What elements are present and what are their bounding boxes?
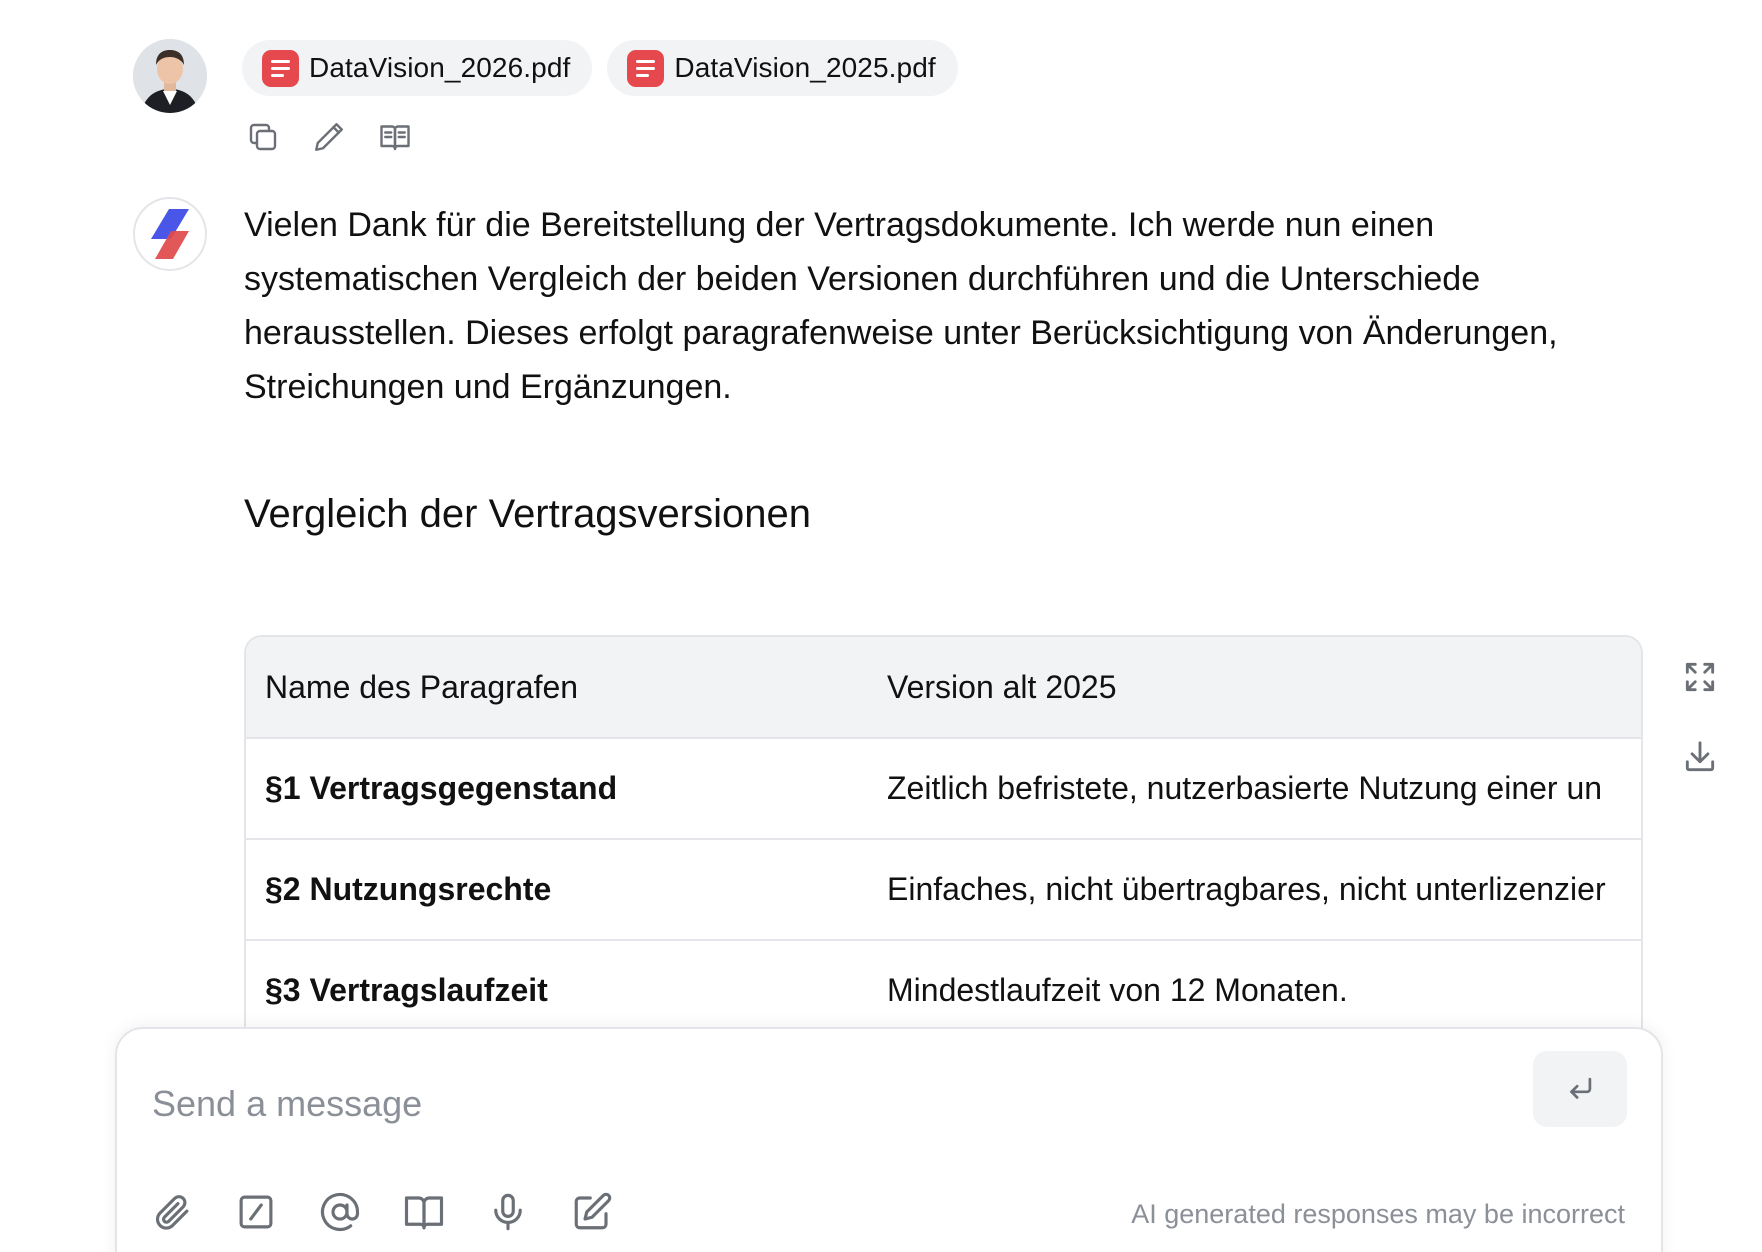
table-row: §2 Nutzungsrechte Einfaches, nicht übert… [246,839,1641,941]
composer-toolbar [149,1189,615,1235]
section-heading: Vergleich der Vertragsversionen [244,492,811,536]
microphone-icon[interactable] [485,1189,531,1235]
message-input[interactable] [152,1069,1392,1139]
at-mention-icon[interactable] [317,1189,363,1235]
version-cell: Einfaches, nicht übertragbares, nicht un… [868,839,1641,941]
column-header: Version alt 2025 [868,637,1641,739]
comparison-table: Name des Paragrafen Version alt 2025 §1 … [244,635,1643,1055]
assistant-avatar [133,197,207,271]
paragraph-name-cell: §1 Vertragsgegenstand [246,738,868,840]
version-cell: Zeitlich befristete, nutzerbasierte Nutz… [868,738,1641,840]
pencil-icon[interactable] [310,118,348,156]
attachment-name: DataVision_2025.pdf [674,52,936,83]
paragraph-name-cell: §3 Vertragslaufzeit [246,940,868,1042]
slash-command-icon[interactable] [233,1189,279,1235]
table-tools [1678,655,1722,779]
message-actions [244,118,414,156]
pdf-file-icon [627,49,665,87]
compose-icon[interactable] [569,1189,615,1235]
download-icon[interactable] [1678,735,1722,779]
ai-disclaimer: AI generated responses may be incorrect [1131,1199,1625,1229]
chat-view: DataVision_2026.pdf DataVision_2025.pdf [0,0,1762,1252]
assistant-logo-icon [151,209,189,259]
enter-return-icon [1570,1077,1592,1099]
send-button[interactable] [1533,1051,1627,1127]
attachment-chip[interactable]: DataVision_2025.pdf [607,40,958,96]
attachment-list: DataVision_2026.pdf DataVision_2025.pdf [242,40,958,96]
paragraph-name-cell: §2 Nutzungsrechte [246,839,868,941]
attachment-chip[interactable]: DataVision_2026.pdf [242,40,593,96]
message-composer: AI generated responses may be incorrect [115,1027,1663,1252]
attachment-name: DataVision_2026.pdf [309,52,571,83]
user-avatar [133,39,207,113]
assistant-message-text: Vielen Dank für die Bereitstellung der V… [244,206,1558,406]
expand-icon[interactable] [1678,655,1722,699]
table-header-row: Name des Paragrafen Version alt 2025 [246,637,1641,739]
table-row: §1 Vertragsgegenstand Zeitlich befristet… [246,738,1641,840]
book-icon[interactable] [401,1189,447,1235]
paperclip-icon[interactable] [149,1189,195,1235]
copy-icon[interactable] [244,118,282,156]
pdf-file-icon [262,49,299,87]
column-header: Name des Paragrafen [246,637,868,739]
version-cell: Mindestlaufzeit von 12 Monaten. [868,940,1641,1042]
table-row: §3 Vertragslaufzeit Mindestlaufzeit von … [246,940,1641,1042]
book-open-icon[interactable] [376,118,414,156]
